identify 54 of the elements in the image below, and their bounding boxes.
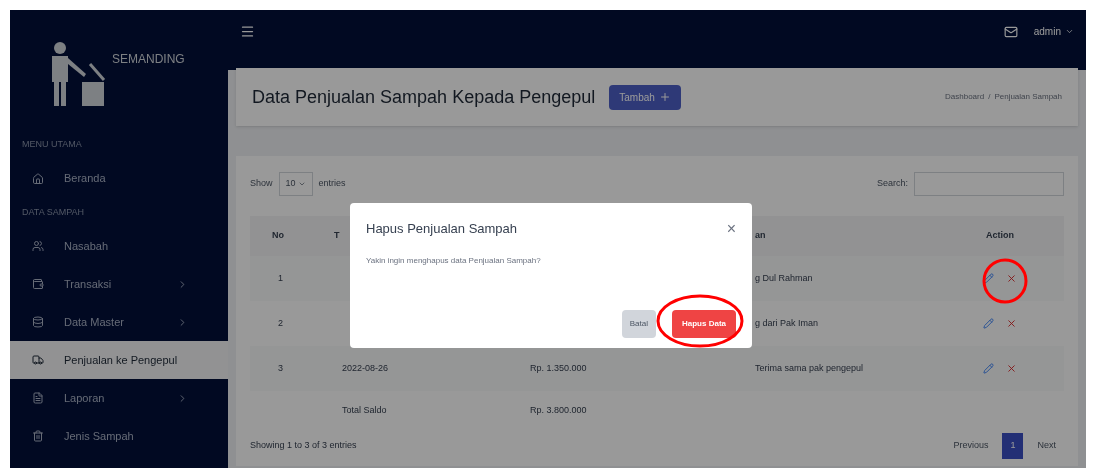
modal-message: Yakin ingin menghapus data Penjualan Sampah?	[366, 254, 542, 267]
table-cell: Rp. 1.350.000	[530, 362, 587, 373]
table-info: Showing 1 to 3 of 3 entries	[250, 439, 357, 452]
sidebar-item[interactable]: Beranda	[10, 159, 228, 198]
modal-title: Hapus Penjualan Sampah	[366, 220, 518, 238]
breadcrumb-separator: /	[988, 91, 991, 103]
total-value: Rp. 3.800.000	[530, 405, 587, 416]
edit-icon[interactable]	[983, 318, 994, 329]
pagination-button[interactable]: Next	[1029, 433, 1064, 459]
table-cell: Terima sama pak pengepul	[755, 362, 864, 373]
annotation-circle	[980, 256, 1030, 306]
pagination-button[interactable]: Previous	[945, 433, 997, 459]
close-button[interactable]: ×	[726, 220, 736, 237]
column-header[interactable]: T	[334, 230, 340, 241]
total-label: Total Saldo	[342, 405, 387, 416]
delete-icon[interactable]	[1006, 318, 1017, 329]
confirm-delete-button[interactable]: Hapus Data	[672, 310, 736, 338]
brand-name: SEMANDING	[112, 51, 185, 68]
table-cell: g Dul Rahman	[755, 272, 813, 283]
breadcrumb-item: Penjualan Sampah	[994, 91, 1062, 103]
plus-icon	[658, 91, 671, 103]
sidebar-heading: MENU UTAMA	[21, 138, 83, 151]
column-header[interactable]: No	[272, 230, 284, 241]
edit-icon[interactable]	[983, 363, 994, 374]
caret-icon	[297, 180, 306, 188]
search-label: Search:	[876, 177, 908, 191]
table-cell: 1	[278, 272, 283, 283]
sidebar-item[interactable]: Data Master	[10, 303, 228, 341]
table-cell: 2022-08-26	[342, 362, 389, 373]
edit-icon[interactable]	[983, 273, 994, 284]
delete-icon[interactable]	[1006, 363, 1017, 374]
sidebar-item[interactable]: Jenis Sampah	[10, 417, 228, 455]
page-title: Data Penjualan Sampah Kepada Pengepul	[252, 85, 596, 109]
pagination-button[interactable]: 1	[1002, 433, 1024, 459]
cancel-button[interactable]: Batal	[621, 310, 656, 338]
delete-icon[interactable]	[1006, 273, 1017, 284]
caret-icon	[1065, 27, 1074, 36]
user-menu[interactable]: admin	[1033, 24, 1074, 39]
mail-icon[interactable]	[1003, 24, 1018, 39]
table-cell: 3	[278, 362, 283, 373]
sidebar-heading: DATA SAMPAH	[21, 205, 85, 219]
show-label: Show	[250, 177, 273, 191]
entries-label: entries	[318, 177, 346, 191]
search-field[interactable]	[914, 172, 1064, 196]
column-header[interactable]: Action	[986, 230, 1014, 241]
table-cell: 2	[278, 317, 283, 328]
sidebar-item[interactable]: Nasabah	[10, 227, 228, 265]
add-button[interactable]: Tambah	[609, 84, 681, 110]
column-header[interactable]: an	[755, 230, 766, 241]
breadcrumb-item[interactable]: Dashboard	[945, 91, 985, 103]
page-size-select[interactable]: 10	[278, 172, 313, 196]
table-cell: g dari Pak Iman	[755, 317, 819, 328]
sidebar-item[interactable]: Transaksi	[10, 265, 228, 303]
sidebar-item[interactable]: Laporan	[10, 379, 228, 417]
